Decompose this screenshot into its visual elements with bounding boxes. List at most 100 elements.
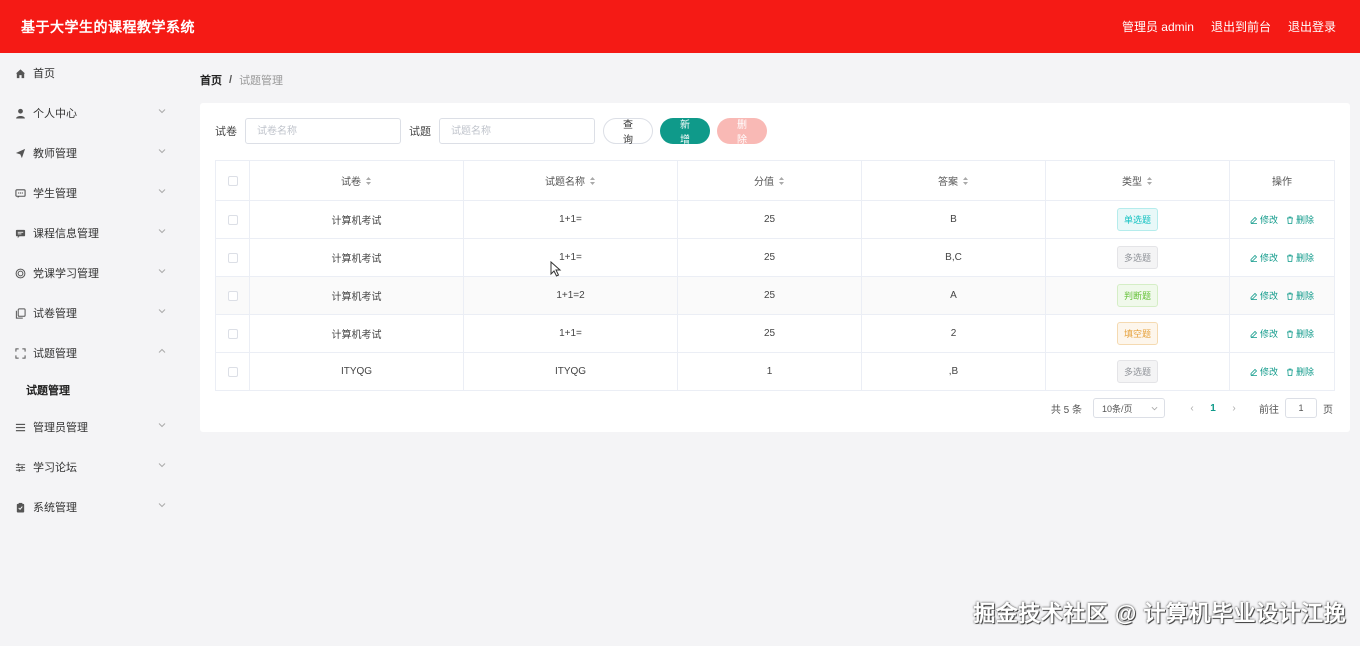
sidebar-item-label: 课程信息管理 [33,228,99,240]
type-tag: 多选题 [1116,360,1158,383]
target-icon [15,268,26,279]
row-checkbox[interactable] [227,366,238,377]
sidebar-item-forum[interactable]: 学习论坛 [0,447,180,487]
chevron-down-icon [158,149,166,154]
edit-button[interactable]: 修改 [1250,289,1278,302]
type-tag: 单选题 [1116,208,1158,231]
next-page-button[interactable]: › [1227,403,1241,414]
question-search-input[interactable] [439,118,595,144]
cell-question: ITYQG [464,353,678,390]
cell-question: 1+1= [464,239,678,276]
header-answer[interactable]: 答案 [862,161,1046,200]
add-button[interactable]: 新增 [660,118,710,146]
sidebar-item-students[interactable]: 学生管理 [0,173,180,213]
sidebar-item-label: 管理员管理 [33,422,88,434]
cell-score: 25 [678,201,862,238]
sidebar-item-label: 个人中心 [33,108,77,120]
sort-icon [1147,176,1152,185]
type-tag: 多选题 [1116,246,1158,269]
table-row: 计算机考试 1+1= 25 2 填空题 修改 删除 [215,315,1335,353]
cell-question: 1+1= [464,201,678,238]
sort-icon [779,176,784,185]
paper-search-label: 试卷 [215,126,237,138]
paper-search-input[interactable] [245,118,401,144]
table-row: 计算机考试 1+1= 25 B,C 多选题 修改 删除 [215,239,1335,277]
page-size-select[interactable]: 10条/页 [1093,398,1165,418]
cell-answer: B,C [862,239,1046,276]
sidebar-item-profile[interactable]: 个人中心 [0,93,180,133]
select-all-checkbox[interactable] [227,175,238,186]
top-links: 管理员 admin 退出到前台 退出登录 [1122,18,1336,35]
row-checkbox[interactable] [227,252,238,263]
delete-button[interactable]: 删除 [1286,289,1314,302]
sidebar-item-label: 党课学习管理 [33,268,99,280]
trash-icon [1287,216,1293,224]
chevron-down-icon [158,423,166,428]
delete-button[interactable]: 删除 [1286,251,1314,264]
sidebar-item-label: 首页 [33,68,55,80]
row-checkbox[interactable] [227,214,238,225]
cell-answer: 2 [862,315,1046,352]
sidebar-item-label: 学习论坛 [33,462,77,474]
sidebar-subitem-question-manage[interactable]: 试题管理 [0,373,180,407]
page-suffix: 页 [1323,404,1333,416]
breadcrumb: 首页 / 试题管理 [200,72,283,88]
header-question-name[interactable]: 试题名称 [464,161,678,200]
batch-delete-button[interactable]: 删除 [717,118,767,146]
edit-button[interactable]: 修改 [1250,327,1278,340]
sidebar: 首页 个人中心 教师管理 学生管理 课程信息管理 党课学习管理 试卷管理 试题管… [0,53,180,646]
sidebar-item-home[interactable]: 首页 [0,53,180,93]
cell-score: 1 [678,353,862,390]
cell-paper: 计算机考试 [250,315,464,352]
breadcrumb-home[interactable]: 首页 [200,72,222,88]
sidebar-item-party-study[interactable]: 党课学习管理 [0,253,180,293]
cell-answer: ,B [862,353,1046,390]
delete-button[interactable]: 删除 [1286,213,1314,226]
sidebar-item-teachers[interactable]: 教师管理 [0,133,180,173]
questions-table: 试卷 试题名称 分值 答案 类型 操作 计算机考试 1+1= 25 B 单选题 … [215,160,1335,391]
header-paper[interactable]: 试卷 [250,161,464,200]
sidebar-item-label: 试题管理 [33,348,77,360]
sidebar-item-label: 学生管理 [33,188,77,200]
pagination-total: 共 5 条 [1050,404,1082,416]
trash-icon [1287,368,1293,376]
header-score[interactable]: 分值 [678,161,862,200]
cell-answer: B [862,201,1046,238]
edit-button[interactable]: 修改 [1250,251,1278,264]
copy-icon [15,307,26,319]
search-bar: 试卷 试题 查询 新增 删除 [215,118,767,146]
table-row: ITYQG ITYQG 1 ,B 多选题 修改 删除 [215,353,1335,391]
query-button[interactable]: 查询 [603,118,653,146]
sidebar-item-label: 系统管理 [33,502,77,514]
type-tag: 填空题 [1116,322,1158,345]
table-header-row: 试卷 试题名称 分值 答案 类型 操作 [215,161,1335,201]
edit-button[interactable]: 修改 [1250,365,1278,378]
top-bar: 基于大学生的课程教学系统 管理员 admin 退出到前台 退出登录 [0,0,1360,53]
sidebar-item-papers[interactable]: 试卷管理 [0,293,180,333]
prev-page-button[interactable]: ‹ [1185,403,1199,414]
sort-icon [963,176,968,185]
delete-button[interactable]: 删除 [1286,365,1314,378]
sidebar-item-system[interactable]: 系统管理 [0,487,180,527]
mouse-cursor-icon [550,261,562,277]
page-number[interactable]: 1 [1199,403,1227,414]
cell-paper: 计算机考试 [250,239,464,276]
cell-score: 25 [678,239,862,276]
header-type[interactable]: 类型 [1046,161,1230,200]
pagination: 共 5 条 10条/页 ‹ 1 › 前往 1 页 [1051,398,1333,418]
sidebar-item-admins[interactable]: 管理员管理 [0,407,180,447]
goto-page-input[interactable]: 1 [1285,398,1317,418]
exit-to-front-link[interactable]: 退出到前台 [1211,18,1271,35]
message-icon [15,188,26,199]
delete-button[interactable]: 删除 [1286,327,1314,340]
row-checkbox[interactable] [227,328,238,339]
logout-link[interactable]: 退出登录 [1288,18,1336,35]
cell-question: 1+1=2 [464,277,678,314]
row-checkbox[interactable] [227,290,238,301]
admin-user-label[interactable]: 管理员 admin [1122,18,1194,35]
table-row: 计算机考试 1+1=2 25 A 判断题 修改 删除 [215,277,1335,315]
table-row: 计算机考试 1+1= 25 B 单选题 修改 删除 [215,201,1335,239]
sidebar-item-questions[interactable]: 试题管理 [0,333,180,373]
sidebar-item-course-info[interactable]: 课程信息管理 [0,213,180,253]
edit-button[interactable]: 修改 [1250,213,1278,226]
